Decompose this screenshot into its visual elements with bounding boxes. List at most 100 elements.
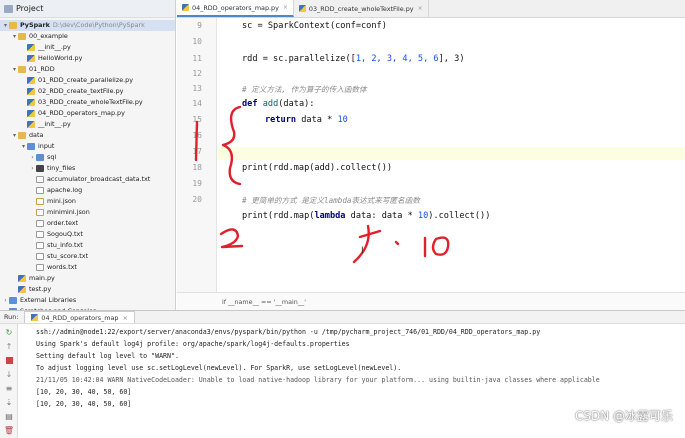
scroll-to-end-icon[interactable]: ⇣ — [4, 397, 14, 407]
chevron-right-icon[interactable]: › — [2, 295, 9, 306]
project-panel-header[interactable]: Project — [0, 0, 175, 18]
chevron-down-icon[interactable]: ▾ — [11, 130, 18, 141]
code-token-keyword: return — [265, 115, 297, 125]
python-file-icon — [27, 110, 35, 117]
code-token: print(rdd.map( — [242, 211, 315, 221]
text-cursor-icon: I — [361, 246, 364, 256]
folder-icon — [18, 66, 26, 73]
tree-item[interactable]: main.py — [0, 273, 175, 284]
tree-item-label: 00_example — [29, 32, 68, 40]
line-number: 19 — [192, 179, 202, 188]
line-number: 17 — [192, 147, 202, 156]
console-line: 21/11/05 10:42:04 WARN NativeCodeLoader:… — [36, 376, 600, 384]
tree-item[interactable]: stu_score.txt — [0, 251, 175, 262]
print-icon[interactable]: ▤ — [4, 411, 14, 421]
python-file-icon — [298, 5, 306, 12]
folder-icon — [27, 143, 35, 150]
tree-item[interactable]: __init__.py — [0, 42, 175, 53]
log-file-icon — [36, 187, 44, 194]
console-line: [10, 20, 30, 40, 50, 60] — [36, 388, 132, 396]
chevron-down-icon[interactable]: ▾ — [11, 31, 18, 42]
tree-item[interactable]: words.txt — [0, 262, 175, 273]
tree-item[interactable]: ▾ 01_RDD — [0, 64, 175, 75]
folder-icon — [36, 165, 44, 172]
tab-label: 03_RDD_create_wholeTextFile.py — [308, 4, 414, 13]
editor-area: 04_RDD_operators_map.py × 03_RDD_create_… — [177, 0, 685, 310]
breadcrumb[interactable]: if __name__ == '__main__' — [177, 292, 685, 310]
console-line: [10, 20, 30, 40, 50, 60] — [36, 400, 132, 408]
tree-item-label: SogouQ.txt — [47, 230, 83, 238]
delete-icon[interactable]: 🗑 — [4, 425, 14, 435]
line-number: 9 — [197, 21, 202, 30]
tab-04-rdd-operators-map[interactable]: 04_RDD_operators_map.py × — [177, 0, 294, 17]
close-icon[interactable]: × — [418, 5, 423, 12]
tree-item[interactable]: accumulator_broadcast_data.txt — [0, 174, 175, 185]
code-line-sc: sc = SparkContext(conf=conf) — [242, 21, 387, 31]
project-panel-title: Project — [16, 4, 44, 13]
tree-item[interactable]: test.py — [0, 284, 175, 295]
close-icon[interactable]: × — [283, 4, 288, 11]
code-area[interactable]: sc = SparkContext(conf=conf) rdd = sc.pa… — [217, 18, 685, 292]
library-icon — [9, 297, 17, 304]
tree-item[interactable]: 04_RDD_operators_map.py — [0, 108, 175, 119]
text-file-icon — [36, 253, 44, 260]
up-arrow-icon[interactable]: ↑ — [4, 341, 14, 351]
stop-icon[interactable] — [4, 355, 14, 365]
python-file-icon — [27, 88, 35, 95]
close-icon[interactable]: × — [122, 314, 127, 322]
tree-item[interactable]: ▾ input — [0, 141, 175, 152]
tree-item[interactable]: 02_RDD_create_textFile.py — [0, 86, 175, 97]
soft-wrap-icon[interactable]: ≡ — [4, 383, 14, 393]
line-number: 13 — [192, 84, 202, 93]
run-toolbar: Run: 04_RDD_operators_map × — [0, 311, 685, 324]
tree-item-label: __init__.py — [38, 43, 71, 51]
chevron-right-icon[interactable]: › — [29, 163, 36, 174]
code-token: data: data * — [345, 211, 418, 221]
run-tab[interactable]: 04_RDD_operators_map × — [24, 311, 135, 323]
tree-item-label: accumulator_broadcast_data.txt — [47, 175, 151, 183]
code-token-number: 1, 2, 3, 4, 5, 6 — [355, 54, 439, 64]
chevron-down-icon[interactable]: ▾ — [2, 20, 9, 31]
tree-item[interactable]: order.text — [0, 218, 175, 229]
chevron-down-icon[interactable]: ▾ — [11, 64, 18, 75]
code-line-print1: print(rdd.map(add).collect()) — [242, 163, 393, 173]
tree-item[interactable]: › External Libraries — [0, 295, 175, 306]
tree-item[interactable]: HelloWorld.py — [0, 53, 175, 64]
tree-item[interactable]: stu_info.txt — [0, 240, 175, 251]
tree-item[interactable]: 03_RDD_create_wholeTextFile.py — [0, 97, 175, 108]
tree-item-label: 01_RDD — [29, 65, 55, 73]
breadcrumb-item[interactable]: if __name__ == '__main__' — [222, 298, 306, 306]
tree-item[interactable]: apache.log — [0, 185, 175, 196]
chevron-right-icon[interactable]: › — [29, 152, 36, 163]
python-file-icon — [27, 99, 35, 106]
rerun-icon[interactable]: ↻ — [4, 327, 14, 337]
tree-item[interactable]: mini.json — [0, 196, 175, 207]
tree-item[interactable]: ▾ PySpark D:\dev\Code\Python\PySpark — [0, 20, 175, 31]
python-file-icon — [31, 314, 39, 321]
line-number: 15 — [192, 115, 202, 124]
tree-item[interactable]: › tiny_files — [0, 163, 175, 174]
python-file-icon — [27, 121, 35, 128]
editor-tabs: 04_RDD_operators_map.py × 03_RDD_create_… — [177, 0, 685, 18]
tab-label: 04_RDD_operators_map.py — [192, 3, 279, 12]
chevron-down-icon[interactable]: ▾ — [20, 141, 27, 152]
folder-icon — [36, 154, 44, 161]
line-number: 16 — [192, 131, 202, 140]
run-label: Run: — [4, 313, 19, 321]
tree-item-label: stu_score.txt — [47, 252, 89, 260]
tree-item[interactable]: 01_RDD_create_parallelize.py — [0, 75, 175, 86]
tree-item-label: 04_RDD_operators_map.py — [38, 109, 125, 117]
code-line-def: def add(data): — [242, 99, 314, 109]
tree-item[interactable]: › sql — [0, 152, 175, 163]
tree-item[interactable]: __init__.py — [0, 119, 175, 130]
tree-item[interactable]: SogouQ.txt — [0, 229, 175, 240]
tree-item[interactable]: ▾ data — [0, 130, 175, 141]
tree-item-label: words.txt — [47, 263, 77, 271]
tree-item[interactable]: minimini.json — [0, 207, 175, 218]
python-file-icon — [18, 275, 26, 282]
code-line-comment: # 更简单的方式 是定义lambda表达式来写匿名函数 — [242, 196, 420, 205]
console-line: To adjust logging level use sc.setLogLev… — [36, 364, 402, 372]
tree-item[interactable]: ▾ 00_example — [0, 31, 175, 42]
tab-03-rdd-create-wholetextfile[interactable]: 03_RDD_create_wholeTextFile.py × — [294, 0, 429, 17]
down-arrow-icon[interactable]: ↓ — [4, 369, 14, 379]
